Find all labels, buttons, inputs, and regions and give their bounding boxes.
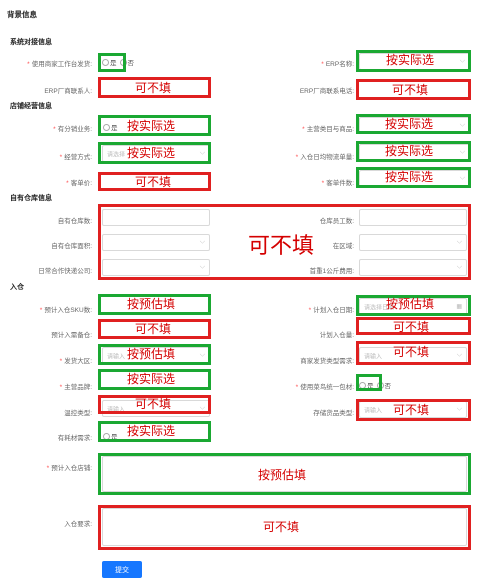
submit-button[interactable]: 提交 — [102, 561, 142, 578]
section-store: 店铺经营信息 — [10, 103, 52, 110]
annotation-fill-actual: 按实际选 — [127, 119, 176, 133]
label-ship-type: 商家发货类型需求: — [300, 358, 354, 365]
label-erp-contact: ERP厂商联系人: — [44, 88, 92, 95]
annotation-fill-actual: 按实际选 — [127, 372, 176, 386]
label-ship-region: * 发货大区: — [59, 358, 92, 365]
annotation-fill-estimate: 按预估填 — [127, 297, 176, 311]
annotation-optional: 可不填 — [393, 320, 430, 334]
label-inbound-req: 入仓要求: — [64, 521, 92, 528]
label-business-mode: * 经营方式: — [59, 154, 92, 161]
annotation-optional: 可不填 — [135, 175, 172, 189]
annotation-optional: 可不填 — [263, 520, 300, 534]
label-inbound-date: * 计划入仓日期: — [308, 307, 354, 314]
section-system: 系统对接信息 — [10, 39, 52, 46]
label-storage-type: 存储货品类型: — [313, 410, 354, 417]
label-erp-phone: ERP厂商联系电话: — [299, 88, 354, 95]
annotation-fill-actual: 按实际选 — [386, 53, 435, 67]
label-daily-volume: * 入仓日均物流单量: — [295, 154, 354, 161]
label-plan-qty: 计划入仓量: — [319, 332, 354, 339]
annotation-box-green — [356, 374, 382, 391]
annotation-fill-actual: 按实际选 — [127, 424, 176, 438]
label-use-packaging: * 使用菜鸟统一包材: — [295, 384, 354, 391]
annotation-fill-actual: 按实际选 — [385, 144, 434, 158]
label-unit-price: * 客单价: — [66, 180, 92, 187]
section-inbound: 入仓 — [10, 284, 24, 291]
annotation-optional: 可不填 — [135, 81, 172, 95]
label-daily-express: 日常合作快递公司: — [38, 268, 92, 275]
page-title: 背景信息 — [7, 10, 37, 19]
annotation-fill-estimate: 按预估填 — [386, 297, 435, 311]
annotation-optional: 可不填 — [135, 322, 172, 336]
annotation-fill-actual: 按实际选 — [127, 146, 176, 160]
label-inbound-store: * 预计入仓店铺: — [46, 465, 92, 472]
label-use-merchant-platform: * 使用商家工作台发货: — [27, 61, 92, 68]
annotation-optional: 可不填 — [135, 397, 172, 411]
annotation-box-green — [98, 53, 126, 72]
label-main-category: * 主营类目与商品: — [302, 126, 354, 133]
label-distribution: * 有分销业务: — [53, 126, 92, 133]
annotation-fill-actual: 按实际选 — [385, 117, 434, 131]
label-unit-count: * 客单件数: — [321, 180, 354, 187]
label-sku-count: * 预计入仓SKU数: — [39, 307, 92, 314]
annotation-fill-estimate: 按预估填 — [258, 468, 307, 482]
label-temp-type: 温控类型: — [64, 410, 92, 417]
label-own-wh-count: 自有仓库数: — [57, 218, 92, 225]
annotation-optional: 可不填 — [392, 83, 429, 97]
section-warehouse: 自有仓库信息 — [10, 195, 52, 202]
annotation-optional: 可不填 — [393, 403, 430, 417]
annotation-optional: 可不填 — [246, 228, 317, 260]
annotation-optional: 可不填 — [393, 345, 430, 359]
annotation-fill-estimate: 按预估填 — [127, 347, 176, 361]
label-erp-name: * ERP名称: — [321, 61, 354, 68]
label-consumables: 有耗材需求: — [57, 435, 92, 442]
label-main-brand: * 主营品牌: — [59, 384, 92, 391]
label-prep-stock: 预计入需备仓: — [51, 332, 92, 339]
label-own-wh-area: 自有仓库面积: — [51, 243, 92, 250]
annotation-fill-actual: 按实际选 — [385, 170, 434, 184]
